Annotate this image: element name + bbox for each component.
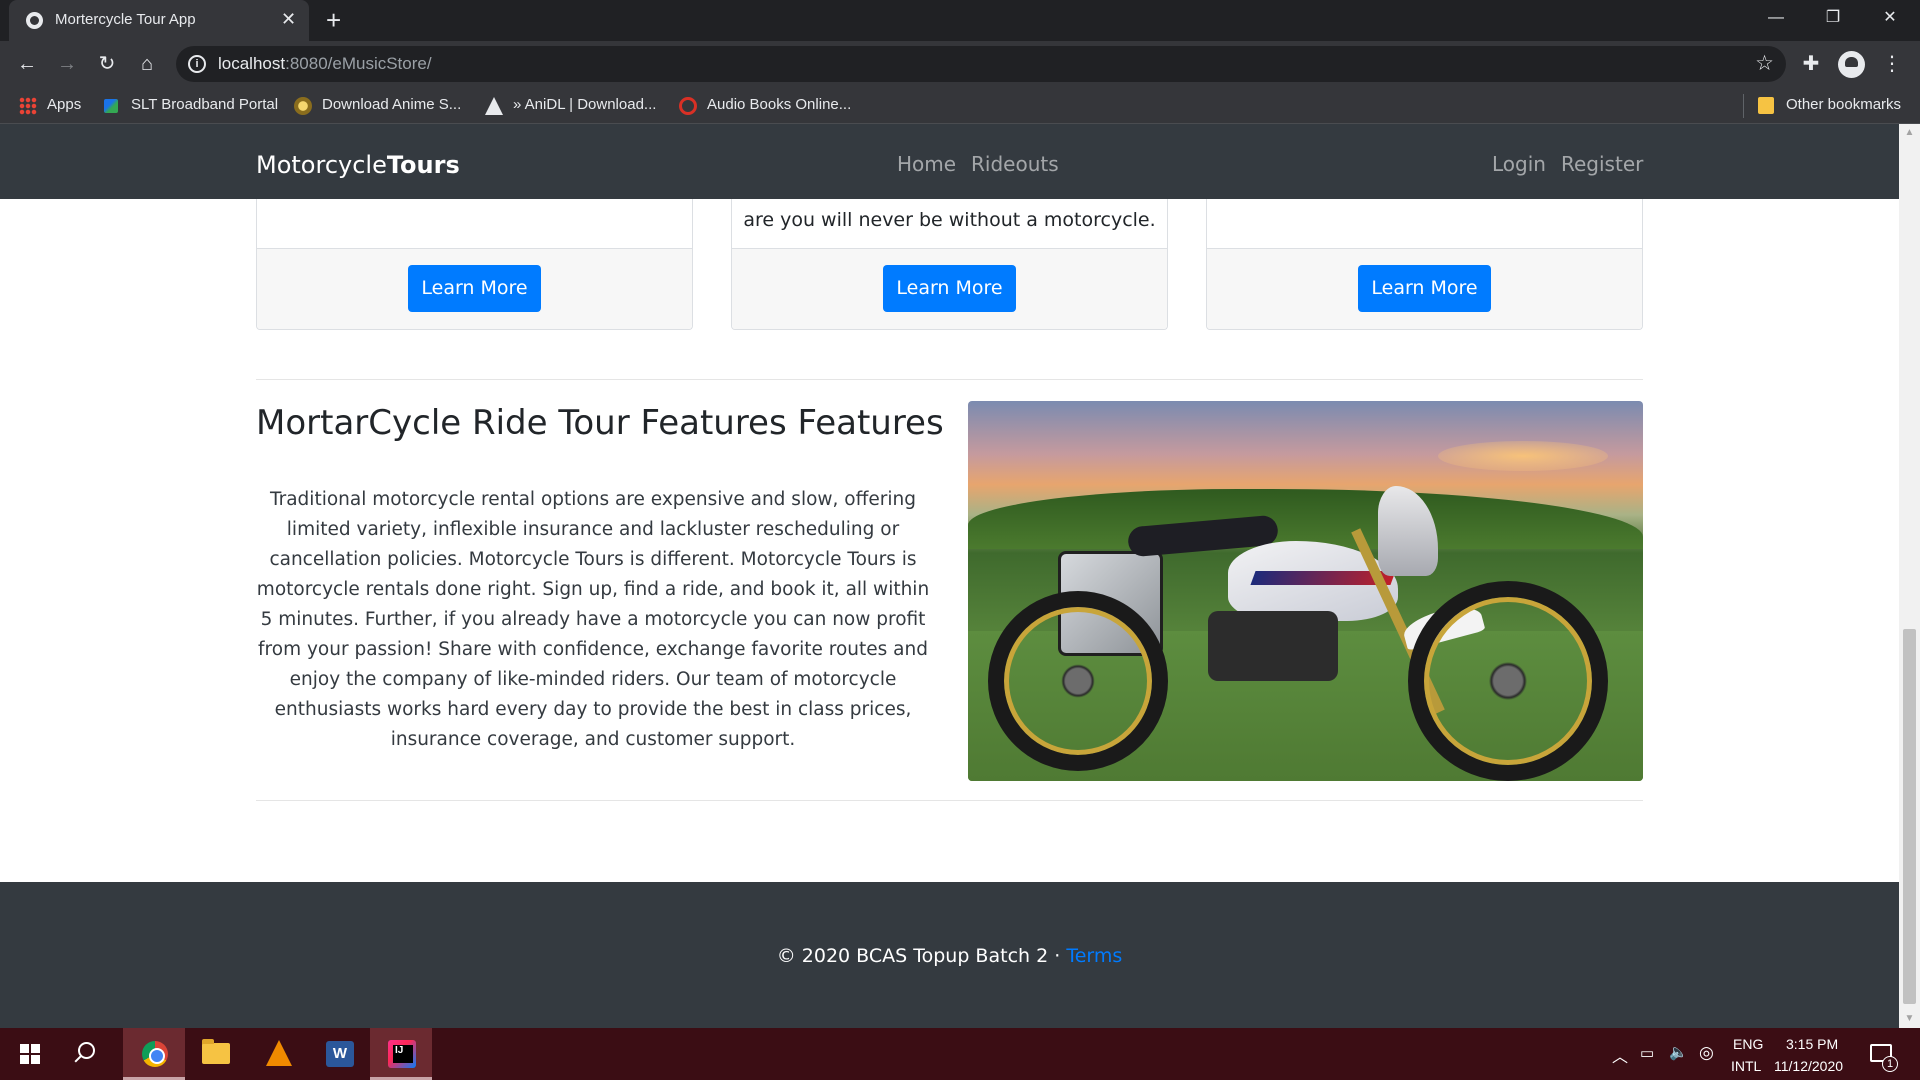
motorcycle-image: [968, 401, 1643, 781]
audiobook-icon: [679, 97, 697, 115]
close-window-button[interactable]: ✕: [1862, 0, 1918, 36]
language-indicator[interactable]: ENG: [1733, 1036, 1763, 1052]
home-icon[interactable]: ⌂: [133, 50, 161, 78]
reload-icon[interactable]: ↻: [93, 50, 121, 78]
info-card: Learn More: [256, 199, 693, 330]
menu-kebab-icon[interactable]: ⋮: [1878, 50, 1906, 78]
tab-title: Mortercycle Tour App: [55, 11, 196, 28]
card-footer: Learn More: [1207, 248, 1642, 329]
site-navbar: MotorcycleTours Home Rideouts Login Regi…: [0, 124, 1899, 199]
minimize-button[interactable]: —: [1748, 0, 1804, 36]
restore-button[interactable]: ❐: [1805, 0, 1861, 36]
folder-icon: [1758, 97, 1774, 114]
scroll-down-arrow-icon[interactable]: ▼: [1899, 1010, 1920, 1028]
nav-home[interactable]: Home: [897, 152, 956, 176]
taskbar-word[interactable]: W: [308, 1028, 370, 1080]
learn-more-button[interactable]: Learn More: [408, 265, 541, 312]
other-bookmarks[interactable]: Other bookmarks: [1786, 96, 1901, 113]
bookmarks-bar: Apps SLT Broadband Portal Download Anime…: [0, 87, 1920, 124]
clock-date[interactable]: 11/12/2020: [1774, 1058, 1843, 1074]
anime-icon: [294, 97, 312, 115]
info-card: Learn More: [1206, 199, 1643, 330]
taskbar-vlc[interactable]: [246, 1028, 308, 1080]
browser-tab[interactable]: Mortercycle Tour App ✕: [9, 0, 309, 41]
terms-link[interactable]: Terms: [1066, 945, 1122, 967]
volume-icon[interactable]: 🔈: [1669, 1043, 1688, 1061]
new-tab-button[interactable]: +: [326, 7, 341, 33]
word-icon: W: [326, 1041, 354, 1067]
back-arrow-icon[interactable]: ←: [13, 50, 41, 78]
browser-toolbar: ← → ↻ ⌂ i localhost:8080/eMusicStore/ ☆ …: [0, 41, 1920, 87]
footer-text: © 2020 BCAS Topup Batch 2 · Terms: [776, 945, 1123, 967]
scroll-up-arrow-icon[interactable]: ▲: [1899, 124, 1920, 142]
bookmarks-divider: [1743, 94, 1744, 118]
windscreen: [1378, 486, 1438, 576]
start-button[interactable]: [0, 1028, 62, 1080]
notification-badge: 1: [1882, 1056, 1898, 1072]
bookmark-apps[interactable]: Apps: [47, 96, 81, 113]
scrollbar-thumb[interactable]: [1903, 629, 1916, 1004]
card-footer: Learn More: [257, 248, 692, 329]
sunset-glow: [1438, 441, 1608, 471]
keyboard-layout-indicator[interactable]: INTL: [1731, 1058, 1761, 1074]
feature-description: Traditional motorcycle rental options ar…: [256, 489, 930, 750]
slt-icon: [104, 99, 118, 113]
tab-strip: Mortercycle Tour App ✕ + — ❐ ✕: [0, 0, 1920, 41]
card-footer: Learn More: [732, 248, 1167, 329]
tab-close-button[interactable]: ✕: [281, 9, 296, 29]
vertical-scrollbar[interactable]: ▲ ▼: [1899, 124, 1920, 1028]
network-globe-icon[interactable]: ◎: [1699, 1043, 1714, 1063]
page-viewport: Learn More are you will never be without…: [0, 124, 1899, 1028]
bookmark-anidl[interactable]: » AniDL | Download...: [513, 96, 656, 113]
bookmark-star-icon[interactable]: ☆: [1755, 51, 1774, 76]
windows-taskbar: W: [0, 1028, 1920, 1080]
profile-avatar-icon[interactable]: [1838, 51, 1865, 78]
anidl-icon: [485, 97, 503, 115]
info-card: are you will never be without a motorcyc…: [731, 199, 1168, 330]
site-footer: © 2020 BCAS Topup Batch 2 · Terms: [0, 882, 1899, 1028]
nav-rideouts[interactable]: Rideouts: [971, 152, 1059, 176]
rear-wheel: [988, 591, 1168, 771]
nav-login[interactable]: Login: [1492, 152, 1546, 176]
extensions-puzzle-icon[interactable]: ✚: [1797, 50, 1825, 78]
learn-more-button[interactable]: Learn More: [883, 265, 1016, 312]
feature-heading: MortarCycle Ride Tour Features Features: [256, 403, 944, 443]
section-divider: [256, 800, 1643, 801]
show-hidden-icons-chevron-icon[interactable]: ︿: [1612, 1043, 1628, 1067]
bookmark-audiobooks[interactable]: Audio Books Online...: [707, 96, 851, 113]
vlc-icon: [266, 1040, 292, 1066]
bookmark-anime[interactable]: Download Anime S...: [322, 96, 461, 113]
search-icon: [78, 1042, 95, 1059]
learn-more-button[interactable]: Learn More: [1358, 265, 1491, 312]
taskbar-intellij[interactable]: [370, 1028, 432, 1080]
intellij-icon: [388, 1040, 416, 1068]
search-button[interactable]: [62, 1028, 117, 1080]
card-text: are you will never be without a motorcyc…: [743, 209, 1156, 231]
url-text[interactable]: localhost:8080/eMusicStore/: [218, 54, 432, 74]
nav-register[interactable]: Register: [1561, 152, 1643, 176]
site-info-icon[interactable]: i: [188, 55, 206, 73]
windows-logo-icon: [20, 1044, 40, 1064]
file-explorer-icon: [202, 1039, 230, 1064]
apps-grid-icon: [19, 97, 37, 115]
brand-logo[interactable]: MotorcycleTours: [256, 151, 460, 179]
engine: [1208, 611, 1338, 681]
forward-arrow-icon[interactable]: →: [53, 50, 81, 78]
taskbar-chrome[interactable]: [123, 1028, 185, 1080]
address-bar[interactable]: i localhost:8080/eMusicStore/ ☆: [176, 46, 1786, 82]
clock-time[interactable]: 3:15 PM: [1786, 1036, 1838, 1052]
chrome-icon: [142, 1041, 168, 1067]
battery-icon[interactable]: ▭: [1640, 1044, 1654, 1062]
taskbar-file-explorer[interactable]: [184, 1028, 246, 1080]
section-divider: [256, 379, 1643, 380]
front-wheel: [1408, 581, 1608, 781]
bookmark-slt[interactable]: SLT Broadband Portal: [131, 96, 278, 113]
globe-icon: [26, 12, 43, 29]
